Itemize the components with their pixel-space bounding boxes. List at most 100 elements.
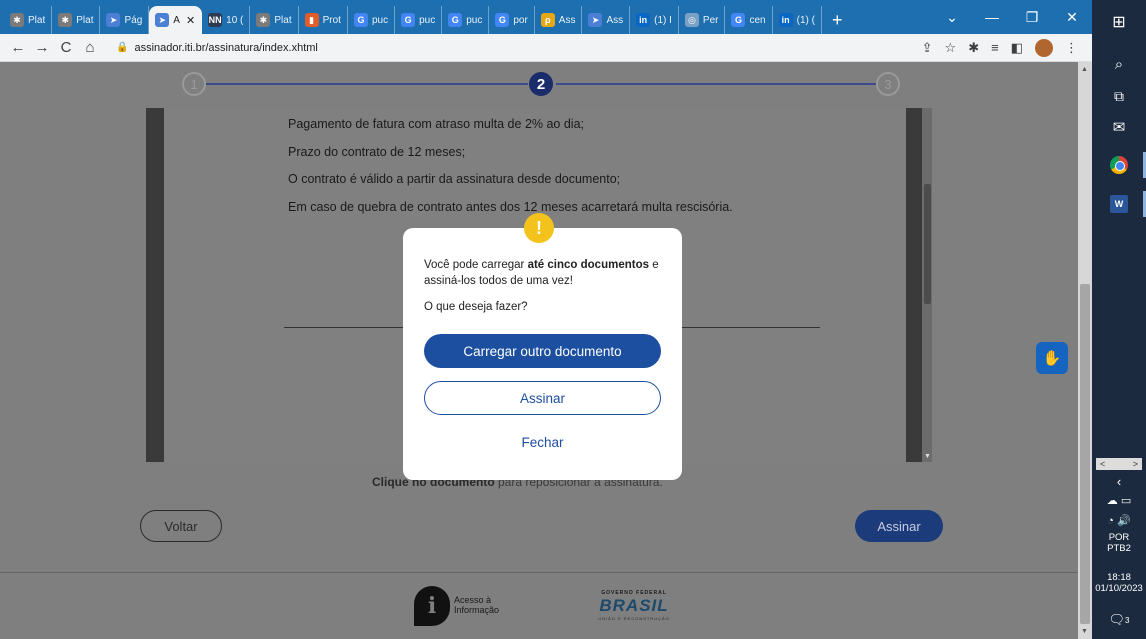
onedrive-battery-icons[interactable]: ☁ ▭ (1092, 494, 1146, 507)
dialog-sign-button[interactable]: Assinar (424, 381, 661, 415)
browser-tab[interactable]: ◎ Per (679, 6, 726, 34)
browser-tab[interactable]: Gpor (489, 6, 535, 34)
forward-arrow-icon[interactable]: → (30, 36, 54, 60)
mail-icon[interactable]: ✉ (1092, 118, 1146, 136)
browser-tab[interactable]: ✱ Plat (4, 6, 53, 34)
tab-label: Ass (606, 14, 624, 26)
dialog-question: O que deseja fazer? (424, 301, 528, 313)
search-icon[interactable]: ⌕ (1092, 56, 1146, 73)
gov-sub: UNIÃO E RECONSTRUÇÃO (598, 616, 670, 621)
acesso-informacao-logo[interactable]: i Acesso à Informação (414, 586, 499, 626)
browser-tab[interactable]: in (1) I (630, 6, 679, 34)
minimize-icon[interactable]: — (972, 0, 1012, 34)
language-indicator[interactable]: POR PTB2 (1092, 532, 1146, 554)
tab-favicon-icon: ➤ (155, 13, 170, 27)
taskbar-word[interactable]: W (1102, 189, 1146, 219)
tab-favicon-icon: NN (208, 13, 223, 27)
dialog-close-link[interactable]: Fechar (424, 435, 661, 450)
home-icon[interactable]: ⌂ (78, 36, 102, 60)
step-3: 3 (876, 72, 900, 96)
browser-tab[interactable]: ✱ Plat (250, 6, 299, 34)
step-connector-2 (556, 83, 876, 85)
task-view-icon[interactable]: ⧉ (1092, 88, 1146, 105)
message-bold: até cinco documentos (527, 259, 649, 271)
notification-count: 3 (1125, 615, 1130, 625)
back-button[interactable]: Voltar (140, 510, 222, 542)
browser-tab[interactable]: ➤ A ✕ (149, 6, 203, 34)
upload-another-document-button[interactable]: Carregar outro documento (424, 334, 661, 368)
chevron-left-icon[interactable]: < (1100, 459, 1105, 469)
bookmark-star-icon[interactable]: ☆ (945, 40, 957, 56)
menu-kebab-icon[interactable]: ⋮ (1065, 40, 1078, 56)
chevron-up-icon[interactable]: ‹ (1092, 474, 1146, 489)
windows-taskbar: ⊞ ⌕ ⧉ ✉ W < > ‹ ☁ ▭ ◔ 🔊 POR PTB2 18:18 01/1… (1092, 0, 1146, 639)
browser-tab[interactable]: Gpuc (442, 6, 490, 34)
tab-label: Plat (76, 14, 94, 26)
windows-start-icon[interactable]: ⊞ (1092, 12, 1146, 32)
browser-tab[interactable]: ➤ Pág (100, 6, 150, 34)
address-bar[interactable]: 🔒 assinador.iti.br/assinatura/index.xhtm… (110, 37, 922, 59)
browser-tab[interactable]: Gpuc (348, 6, 396, 34)
browser-tab[interactable]: in (1) ( (773, 6, 822, 34)
document-scrollbar[interactable]: ▼ (922, 108, 932, 462)
chrome-icon (1110, 156, 1128, 174)
tab-label: Plat (274, 14, 292, 26)
tab-label: Ass (558, 14, 576, 26)
tab-label: cen (749, 14, 766, 26)
taskbar-chrome[interactable] (1102, 150, 1146, 180)
browser-tab[interactable]: ▮ Prot (299, 6, 348, 34)
gov-brasil-logo[interactable]: GOVERNO FEDERAL BRASIL UNIÃO E RECONSTRU… (594, 590, 674, 621)
profile-avatar[interactable] (1035, 38, 1053, 57)
reload-icon[interactable]: C (54, 36, 78, 60)
scroll-down-icon[interactable]: ▼ (1081, 628, 1088, 635)
notifications-icon[interactable]: 🗨 3 (1092, 612, 1146, 628)
share-icon[interactable]: ⇪ (922, 40, 933, 56)
browser-tab[interactable]: ➤ Ass (582, 6, 631, 34)
chevron-right-icon[interactable]: > (1133, 459, 1138, 469)
tab-favicon-icon: G (448, 13, 463, 27)
close-window-icon[interactable]: ✕ (1052, 0, 1092, 34)
scroll-down-icon[interactable]: ▼ (924, 453, 931, 460)
step-1: 1 (182, 72, 206, 96)
tab-label: por (513, 14, 528, 26)
gov-brand: BRASIL (599, 596, 669, 615)
browser-tab[interactable]: Gcen (725, 6, 773, 34)
reading-list-icon[interactable]: ≡ (991, 40, 999, 55)
maximize-icon[interactable]: ❐ (1012, 0, 1052, 34)
page-scrollbar[interactable]: ▲ ▼ (1078, 62, 1092, 639)
message-prefix: Você pode carregar (424, 259, 528, 271)
word-icon: W (1110, 195, 1128, 213)
taskbar-scroll[interactable]: < > (1096, 458, 1142, 470)
vlibras-accessibility-icon[interactable]: ✋ (1036, 342, 1068, 374)
network-volume-icons[interactable]: ◔ 🔊 (1092, 514, 1146, 527)
acesso-line2: Informação (454, 605, 500, 615)
extensions-icon[interactable]: ✱ (968, 40, 979, 56)
back-arrow-icon[interactable]: ← (6, 36, 30, 60)
clock-date: 01/10/2023 (1095, 583, 1143, 594)
close-tab-icon[interactable]: ✕ (186, 14, 195, 27)
window-controls: ⌄ — ❐ ✕ (932, 0, 1092, 34)
scroll-up-icon[interactable]: ▲ (1081, 66, 1088, 73)
document-line: O contrato é válido a partir da assinatu… (288, 172, 621, 186)
acesso-text: Acesso à Informação (454, 595, 500, 616)
side-panel-icon[interactable]: ◧ (1011, 40, 1023, 56)
tab-favicon-icon: G (731, 13, 746, 27)
progress-stepper: 1 2 3 (0, 62, 1078, 108)
browser-tab[interactable]: ✱ Plat (52, 6, 101, 34)
document-scroll-thumb[interactable] (924, 184, 931, 304)
tab-label: puc (419, 14, 436, 26)
keyboard-layout: PTB2 (1107, 543, 1131, 554)
browser-tab-bar: ✱ Plat ✱ Plat ➤ Pág ➤ A ✕ NN 10 (✱ Plat ▮ Prot Gpuc Gpu… (0, 0, 1092, 34)
tab-search-icon[interactable]: ⌄ (932, 0, 972, 34)
lock-icon: 🔒 (116, 42, 129, 53)
sign-button[interactable]: Assinar (855, 510, 943, 542)
new-tab-button[interactable]: + (822, 6, 853, 34)
browser-tab[interactable]: NN 10 ( (202, 6, 251, 34)
page-scroll-thumb[interactable] (1080, 284, 1090, 624)
clock-time: 18:18 (1107, 572, 1131, 583)
clock[interactable]: 18:18 01/10/2023 (1092, 572, 1146, 594)
tab-label: (1) I (654, 14, 672, 26)
tab-favicon-icon: in (636, 13, 651, 27)
browser-tab[interactable]: Gpuc (395, 6, 443, 34)
browser-tab[interactable]: ρ Ass (535, 6, 583, 34)
